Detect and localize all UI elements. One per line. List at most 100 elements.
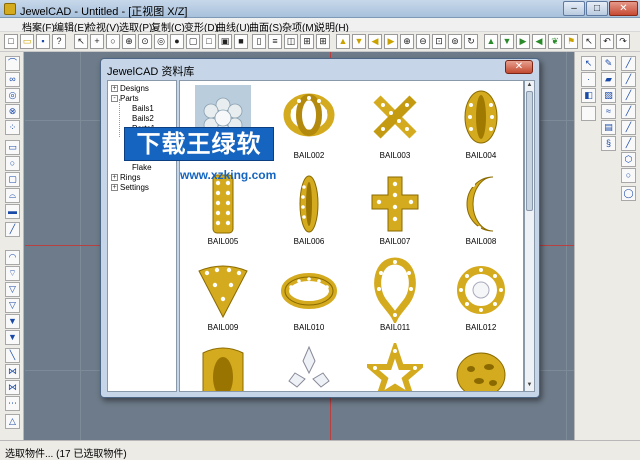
scroll-down-icon[interactable]: ▼ — [525, 381, 534, 390]
undo-icon[interactable]: ↶ — [600, 34, 614, 49]
tool-blank-icon[interactable] — [581, 106, 596, 121]
tool-node6-icon[interactable]: ╱ — [621, 136, 636, 151]
redo-icon[interactable]: ↷ — [616, 34, 630, 49]
thumbnail-item[interactable] — [266, 339, 352, 391]
tool-rect-icon[interactable]: ▭ — [5, 140, 20, 155]
grid-circle-icon[interactable]: ⊕ — [122, 34, 136, 49]
arrow-right-icon[interactable]: ▶ — [516, 34, 530, 49]
quad-split-icon[interactable]: ⊞ — [300, 34, 314, 49]
triangle-down-icon[interactable]: ▼ — [352, 34, 366, 49]
tool-dome-icon[interactable]: ⌓ — [5, 188, 20, 203]
tool-pencil-icon[interactable]: ✎ — [601, 56, 616, 71]
new-file-icon[interactable]: □ — [4, 34, 18, 49]
thumbnail-item[interactable] — [438, 339, 523, 391]
tool-node2-icon[interactable]: ╱ — [621, 72, 636, 87]
dialog-close-button[interactable]: ✕ — [505, 60, 533, 74]
tool-wave-icon[interactable]: ≈ — [601, 104, 616, 119]
tool-chain-icon[interactable]: ⊗ — [5, 104, 20, 119]
tool-line-icon[interactable]: ╲ — [5, 348, 20, 363]
zoom-box-icon[interactable]: ⊡ — [432, 34, 446, 49]
thumbnail-item[interactable]: BAIL009 — [180, 253, 266, 339]
thumbnail-item[interactable]: BAIL008 — [438, 167, 523, 253]
tool-layers-icon[interactable]: ▤ — [601, 120, 616, 135]
triangle-right-icon[interactable]: ▶ — [384, 34, 398, 49]
thumbnail-item[interactable] — [352, 339, 438, 391]
triangle-up-icon[interactable]: ▲ — [336, 34, 350, 49]
zoom-out-icon[interactable]: ⊖ — [416, 34, 430, 49]
close-button[interactable]: ✕ — [609, 1, 638, 16]
tool-node7-icon[interactable]: ⬡ — [621, 152, 636, 167]
thumbnail-item[interactable]: BAIL002 — [266, 81, 352, 167]
rotate-icon[interactable]: ↻ — [464, 34, 478, 49]
zoom-fit-icon[interactable]: ⊚ — [448, 34, 462, 49]
tool-eraser-icon[interactable]: ▰ — [601, 72, 616, 87]
tree-item-designs[interactable]: + Designs — [111, 84, 149, 93]
tool-node9-icon[interactable]: ◯ — [621, 186, 636, 201]
tool-point-icon[interactable]: · — [581, 72, 596, 87]
tool-dotline-icon[interactable]: ⋯ — [5, 396, 20, 411]
thumbnail-item[interactable]: BAIL012 — [438, 253, 523, 339]
help-icon[interactable]: ? — [52, 34, 66, 49]
tool-bow-icon[interactable]: ⋈ — [5, 364, 20, 379]
triangle-left-icon[interactable]: ◀ — [368, 34, 382, 49]
tool-measure-icon[interactable]: △ — [5, 414, 20, 429]
pointer-icon[interactable]: ↖ — [74, 34, 88, 49]
thumbnail-item[interactable]: BAIL010 — [266, 253, 352, 339]
bold-square-icon[interactable]: ▣ — [218, 34, 232, 49]
tool-loop-icon[interactable]: ∞ — [5, 72, 20, 87]
grid-icon[interactable]: ⊞ — [316, 34, 330, 49]
page-lines-icon[interactable]: ≡ — [268, 34, 282, 49]
tree-item-settings[interactable]: + Settings — [111, 183, 149, 192]
tree-item-flake[interactable]: Flake — [132, 163, 152, 172]
tool-tri-icon[interactable]: ▽ — [5, 282, 20, 297]
arrow-down-icon[interactable]: ▼ — [500, 34, 514, 49]
tool-cone-icon[interactable]: ⌔ — [5, 266, 20, 281]
tool-node8-icon[interactable]: ○ — [621, 168, 636, 183]
tool-slash-icon[interactable]: ╱ — [5, 222, 20, 237]
tree-item-parts[interactable]: - Parts — [111, 94, 139, 103]
square-icon[interactable]: □ — [202, 34, 216, 49]
ring-circle-icon[interactable]: ◎ — [154, 34, 168, 49]
tool-arc-icon[interactable]: ◠ — [5, 250, 20, 265]
flag-icon[interactable]: ⚑ — [564, 34, 578, 49]
tool-bow2-icon[interactable]: ⋈ — [5, 380, 20, 395]
thumbnail-item[interactable] — [180, 339, 266, 391]
tree-item-bails1[interactable]: Bails1 — [132, 104, 154, 113]
filled-square-icon[interactable]: ■ — [234, 34, 248, 49]
zoom-in-icon[interactable]: ⊕ — [400, 34, 414, 49]
tool-ring-icon[interactable]: ◎ — [5, 88, 20, 103]
tool-cube-icon[interactable]: ▧ — [601, 88, 616, 103]
tool-dots-icon[interactable]: ⁘ — [5, 120, 20, 135]
scroll-up-icon[interactable]: ▲ — [525, 81, 534, 90]
tool-node3-icon[interactable]: ╱ — [621, 88, 636, 103]
tool-box-icon[interactable]: ▢ — [5, 172, 20, 187]
tree-item-rings[interactable]: + Rings — [111, 173, 140, 182]
grid-scrollbar[interactable]: ▲ ▼ — [524, 80, 535, 392]
scroll-thumb[interactable] — [526, 91, 533, 211]
tool-node1-icon[interactable]: ╱ — [621, 56, 636, 71]
minimize-button[interactable]: – — [563, 1, 585, 16]
arrow-left-icon[interactable]: ◀ — [532, 34, 546, 49]
tool-tri4-icon[interactable]: ▼ — [5, 330, 20, 345]
open-folder-icon[interactable]: ▭ — [20, 34, 34, 49]
dot-circle-icon[interactable]: ⊙ — [138, 34, 152, 49]
solid-circle-icon[interactable]: ● — [170, 34, 184, 49]
page-icon[interactable]: ▯ — [252, 34, 266, 49]
maximize-button[interactable]: □ — [586, 1, 608, 16]
vertical-split-icon[interactable]: ◫ — [284, 34, 298, 49]
tool-tri3-icon[interactable]: ▼ — [5, 314, 20, 329]
save-icon[interactable]: ▪ — [36, 34, 50, 49]
tool-coil-icon[interactable]: § — [601, 136, 616, 151]
thumbnail-item[interactable]: BAIL006 — [266, 167, 352, 253]
tool-curve-icon[interactable]: ⌒ — [5, 56, 20, 71]
tool-node5-icon[interactable]: ╱ — [621, 120, 636, 135]
tool-circle-icon[interactable]: ○ — [5, 156, 20, 171]
tool-pointer-icon[interactable]: ↖ — [581, 56, 596, 71]
frame-square-icon[interactable]: ▢ — [186, 34, 200, 49]
circle-icon[interactable]: ○ — [106, 34, 120, 49]
tool-node4-icon[interactable]: ╱ — [621, 104, 636, 119]
thumbnail-item[interactable]: BAIL007 — [352, 167, 438, 253]
arrow-up-icon[interactable]: ▲ — [484, 34, 498, 49]
leaf-icon[interactable]: ❦ — [548, 34, 562, 49]
tool-color-icon[interactable]: ◧ — [581, 88, 596, 103]
